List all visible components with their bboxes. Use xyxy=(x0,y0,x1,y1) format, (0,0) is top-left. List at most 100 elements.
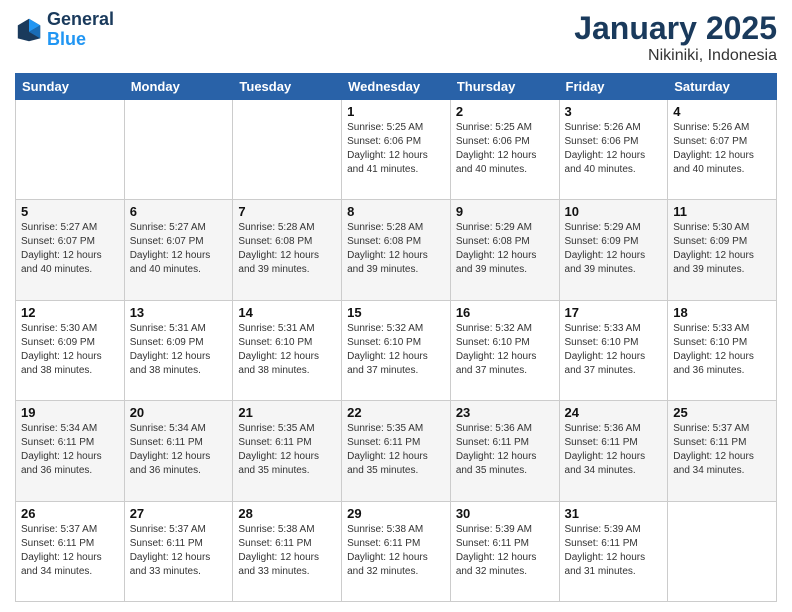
day-info: Sunrise: 5:39 AMSunset: 6:11 PMDaylight:… xyxy=(456,523,554,579)
day-number: 18 xyxy=(673,305,771,320)
calendar-week-3: 12 Sunrise: 5:30 AMSunset: 6:09 PMDaylig… xyxy=(16,300,777,400)
header-wednesday: Wednesday xyxy=(342,74,451,100)
header-sunday: Sunday xyxy=(16,74,125,100)
table-row: 21 Sunrise: 5:35 AMSunset: 6:11 PMDaylig… xyxy=(233,401,342,501)
table-row: 28 Sunrise: 5:38 AMSunset: 6:11 PMDaylig… xyxy=(233,501,342,601)
day-number: 19 xyxy=(21,405,119,420)
day-number: 13 xyxy=(130,305,228,320)
logo-text: General Blue xyxy=(47,10,114,50)
calendar-week-1: 1 Sunrise: 5:25 AMSunset: 6:06 PMDayligh… xyxy=(16,100,777,200)
table-row: 2 Sunrise: 5:25 AMSunset: 6:06 PMDayligh… xyxy=(450,100,559,200)
calendar-week-2: 5 Sunrise: 5:27 AMSunset: 6:07 PMDayligh… xyxy=(16,200,777,300)
page: General Blue January 2025 Nikiniki, Indo… xyxy=(0,0,792,612)
day-info: Sunrise: 5:38 AMSunset: 6:11 PMDaylight:… xyxy=(347,523,445,579)
table-row: 16 Sunrise: 5:32 AMSunset: 6:10 PMDaylig… xyxy=(450,300,559,400)
day-number: 14 xyxy=(238,305,336,320)
day-number: 1 xyxy=(347,104,445,119)
day-number: 16 xyxy=(456,305,554,320)
day-number: 3 xyxy=(565,104,663,119)
day-number: 9 xyxy=(456,204,554,219)
table-row: 10 Sunrise: 5:29 AMSunset: 6:09 PMDaylig… xyxy=(559,200,668,300)
table-row: 6 Sunrise: 5:27 AMSunset: 6:07 PMDayligh… xyxy=(124,200,233,300)
day-info: Sunrise: 5:32 AMSunset: 6:10 PMDaylight:… xyxy=(456,322,554,378)
day-info: Sunrise: 5:34 AMSunset: 6:11 PMDaylight:… xyxy=(130,422,228,478)
day-info: Sunrise: 5:27 AMSunset: 6:07 PMDaylight:… xyxy=(130,221,228,277)
day-number: 24 xyxy=(565,405,663,420)
table-row xyxy=(124,100,233,200)
day-info: Sunrise: 5:33 AMSunset: 6:10 PMDaylight:… xyxy=(673,322,771,378)
day-number: 23 xyxy=(456,405,554,420)
table-row: 4 Sunrise: 5:26 AMSunset: 6:07 PMDayligh… xyxy=(668,100,777,200)
table-row: 30 Sunrise: 5:39 AMSunset: 6:11 PMDaylig… xyxy=(450,501,559,601)
header-friday: Friday xyxy=(559,74,668,100)
header-saturday: Saturday xyxy=(668,74,777,100)
table-row xyxy=(668,501,777,601)
day-number: 17 xyxy=(565,305,663,320)
day-info: Sunrise: 5:26 AMSunset: 6:06 PMDaylight:… xyxy=(565,121,663,177)
calendar-week-5: 26 Sunrise: 5:37 AMSunset: 6:11 PMDaylig… xyxy=(16,501,777,601)
day-number: 8 xyxy=(347,204,445,219)
day-info: Sunrise: 5:30 AMSunset: 6:09 PMDaylight:… xyxy=(673,221,771,277)
day-number: 11 xyxy=(673,204,771,219)
day-info: Sunrise: 5:28 AMSunset: 6:08 PMDaylight:… xyxy=(238,221,336,277)
day-info: Sunrise: 5:30 AMSunset: 6:09 PMDaylight:… xyxy=(21,322,119,378)
day-info: Sunrise: 5:25 AMSunset: 6:06 PMDaylight:… xyxy=(456,121,554,177)
day-info: Sunrise: 5:37 AMSunset: 6:11 PMDaylight:… xyxy=(21,523,119,579)
table-row: 24 Sunrise: 5:36 AMSunset: 6:11 PMDaylig… xyxy=(559,401,668,501)
table-row: 13 Sunrise: 5:31 AMSunset: 6:09 PMDaylig… xyxy=(124,300,233,400)
table-row: 8 Sunrise: 5:28 AMSunset: 6:08 PMDayligh… xyxy=(342,200,451,300)
day-number: 29 xyxy=(347,506,445,521)
table-row: 5 Sunrise: 5:27 AMSunset: 6:07 PMDayligh… xyxy=(16,200,125,300)
header: General Blue January 2025 Nikiniki, Indo… xyxy=(15,10,777,65)
day-number: 12 xyxy=(21,305,119,320)
day-info: Sunrise: 5:37 AMSunset: 6:11 PMDaylight:… xyxy=(673,422,771,478)
table-row: 11 Sunrise: 5:30 AMSunset: 6:09 PMDaylig… xyxy=(668,200,777,300)
header-thursday: Thursday xyxy=(450,74,559,100)
header-tuesday: Tuesday xyxy=(233,74,342,100)
day-number: 2 xyxy=(456,104,554,119)
table-row: 3 Sunrise: 5:26 AMSunset: 6:06 PMDayligh… xyxy=(559,100,668,200)
day-info: Sunrise: 5:35 AMSunset: 6:11 PMDaylight:… xyxy=(238,422,336,478)
day-info: Sunrise: 5:26 AMSunset: 6:07 PMDaylight:… xyxy=(673,121,771,177)
day-number: 26 xyxy=(21,506,119,521)
table-row: 23 Sunrise: 5:36 AMSunset: 6:11 PMDaylig… xyxy=(450,401,559,501)
day-number: 15 xyxy=(347,305,445,320)
logo: General Blue xyxy=(15,10,114,50)
calendar-week-4: 19 Sunrise: 5:34 AMSunset: 6:11 PMDaylig… xyxy=(16,401,777,501)
calendar-header-row: Sunday Monday Tuesday Wednesday Thursday… xyxy=(16,74,777,100)
day-info: Sunrise: 5:29 AMSunset: 6:08 PMDaylight:… xyxy=(456,221,554,277)
table-row: 15 Sunrise: 5:32 AMSunset: 6:10 PMDaylig… xyxy=(342,300,451,400)
table-row: 7 Sunrise: 5:28 AMSunset: 6:08 PMDayligh… xyxy=(233,200,342,300)
month-title: January 2025 xyxy=(574,10,777,47)
day-number: 25 xyxy=(673,405,771,420)
table-row: 29 Sunrise: 5:38 AMSunset: 6:11 PMDaylig… xyxy=(342,501,451,601)
day-number: 6 xyxy=(130,204,228,219)
table-row: 1 Sunrise: 5:25 AMSunset: 6:06 PMDayligh… xyxy=(342,100,451,200)
day-number: 4 xyxy=(673,104,771,119)
calendar-table: Sunday Monday Tuesday Wednesday Thursday… xyxy=(15,73,777,602)
day-number: 27 xyxy=(130,506,228,521)
day-number: 21 xyxy=(238,405,336,420)
title-block: January 2025 Nikiniki, Indonesia xyxy=(574,10,777,65)
day-info: Sunrise: 5:31 AMSunset: 6:09 PMDaylight:… xyxy=(130,322,228,378)
table-row: 12 Sunrise: 5:30 AMSunset: 6:09 PMDaylig… xyxy=(16,300,125,400)
day-info: Sunrise: 5:36 AMSunset: 6:11 PMDaylight:… xyxy=(565,422,663,478)
day-number: 20 xyxy=(130,405,228,420)
day-number: 10 xyxy=(565,204,663,219)
day-number: 31 xyxy=(565,506,663,521)
header-monday: Monday xyxy=(124,74,233,100)
day-number: 5 xyxy=(21,204,119,219)
day-info: Sunrise: 5:25 AMSunset: 6:06 PMDaylight:… xyxy=(347,121,445,177)
day-info: Sunrise: 5:37 AMSunset: 6:11 PMDaylight:… xyxy=(130,523,228,579)
day-number: 7 xyxy=(238,204,336,219)
table-row: 22 Sunrise: 5:35 AMSunset: 6:11 PMDaylig… xyxy=(342,401,451,501)
day-info: Sunrise: 5:32 AMSunset: 6:10 PMDaylight:… xyxy=(347,322,445,378)
table-row: 20 Sunrise: 5:34 AMSunset: 6:11 PMDaylig… xyxy=(124,401,233,501)
day-info: Sunrise: 5:34 AMSunset: 6:11 PMDaylight:… xyxy=(21,422,119,478)
table-row: 19 Sunrise: 5:34 AMSunset: 6:11 PMDaylig… xyxy=(16,401,125,501)
table-row xyxy=(233,100,342,200)
table-row: 26 Sunrise: 5:37 AMSunset: 6:11 PMDaylig… xyxy=(16,501,125,601)
day-number: 22 xyxy=(347,405,445,420)
day-info: Sunrise: 5:35 AMSunset: 6:11 PMDaylight:… xyxy=(347,422,445,478)
logo-icon xyxy=(15,16,43,44)
